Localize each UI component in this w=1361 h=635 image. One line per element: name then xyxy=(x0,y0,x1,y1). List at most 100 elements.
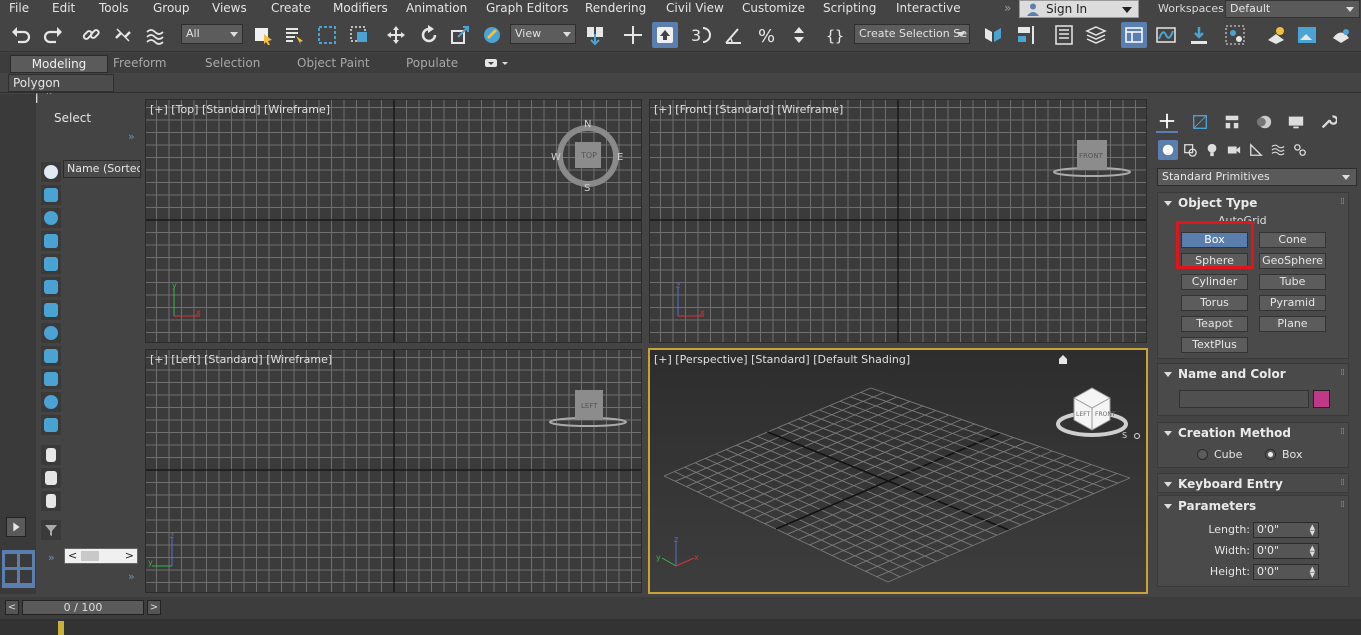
align-icon[interactable] xyxy=(1013,22,1039,48)
ribbon-tab-populate[interactable]: Populate xyxy=(406,55,458,72)
scroll-left-icon[interactable]: < xyxy=(68,549,77,562)
filter-xrefs-icon[interactable] xyxy=(41,323,61,343)
rollout-grip-icon[interactable]: ⁞⁞ xyxy=(1340,478,1345,488)
keyboard-shortcut-override-icon[interactable] xyxy=(652,22,678,48)
object-name-input[interactable] xyxy=(1179,390,1309,408)
menu-modifiers[interactable]: Modifiers xyxy=(333,0,388,18)
menu-rendering[interactable]: Rendering xyxy=(585,0,646,18)
cylinder-button[interactable]: Cylinder xyxy=(1181,274,1248,290)
geometry-category-icon[interactable] xyxy=(1158,140,1178,160)
menu-graph-editors[interactable]: Graph Editors xyxy=(486,0,568,18)
schematic-view-icon[interactable] xyxy=(1186,22,1212,48)
home-icon[interactable] xyxy=(1058,353,1068,365)
explorer-hscrollbar[interactable]: < > xyxy=(64,548,138,564)
hierarchy-tab-icon[interactable] xyxy=(1221,111,1243,133)
rectangular-selection-icon[interactable] xyxy=(314,22,340,48)
menu-group[interactable]: Group xyxy=(153,0,190,18)
plane-button[interactable]: Plane xyxy=(1259,316,1326,332)
signin-dropdown[interactable]: Sign In xyxy=(1019,0,1139,18)
filter-groups-icon[interactable] xyxy=(41,300,61,320)
box-radio[interactable] xyxy=(1265,449,1276,460)
menu-overflow-icon[interactable]: » xyxy=(1004,0,1011,18)
rollout-grip-icon[interactable]: ⁞⁞ xyxy=(1340,368,1345,378)
display-tab-icon[interactable] xyxy=(1285,111,1307,133)
spacewarps-category-icon[interactable] xyxy=(1268,140,1288,160)
selection-filter-select[interactable]: All xyxy=(181,24,243,44)
parameters-header[interactable]: Parameters xyxy=(1164,499,1256,513)
polygon-modeling-button[interactable]: Polygon Modeling xyxy=(8,74,114,106)
rotate-icon[interactable] xyxy=(416,22,442,48)
width-spinner[interactable]: 0'0" ▲ ▼ xyxy=(1253,543,1319,559)
display-none-icon[interactable] xyxy=(41,468,61,488)
pivot-center-icon[interactable] xyxy=(582,22,608,48)
invert-display-icon[interactable] xyxy=(41,491,61,511)
textplus-button[interactable]: TextPlus xyxy=(1181,337,1248,353)
menu-interactive[interactable]: Interactive xyxy=(896,0,961,18)
link-icon[interactable] xyxy=(78,22,104,48)
rollout-grip-icon[interactable]: ⁞⁞ xyxy=(1340,197,1345,207)
spinner-arrows-icon[interactable]: ▲ ▼ xyxy=(1310,545,1315,558)
length-spinner[interactable]: 0'0" ▲ ▼ xyxy=(1253,522,1319,538)
filter-containers-icon[interactable] xyxy=(41,369,61,389)
menu-tools[interactable]: Tools xyxy=(99,0,129,18)
ribbon-tab-freeform[interactable]: Freeform xyxy=(113,55,166,72)
height-spinner[interactable]: 0'0" ▲ ▼ xyxy=(1253,564,1319,580)
keyboard-entry-header[interactable]: Keyboard Entry xyxy=(1164,477,1283,491)
edit-named-selection-icon[interactable]: {} xyxy=(822,22,848,48)
render-production-icon[interactable] xyxy=(1328,22,1354,48)
rendered-frame-window-icon[interactable] xyxy=(1294,22,1320,48)
viewport-top-label[interactable]: [+] [Top] [Standard] [Wireframe] xyxy=(150,103,330,116)
object-type-header[interactable]: Object Type xyxy=(1164,196,1257,210)
window-crossing-icon[interactable] xyxy=(346,22,372,48)
menu-animation[interactable]: Animation xyxy=(406,0,467,18)
teapot-button[interactable]: Teapot xyxy=(1181,316,1248,332)
next-frame-button[interactable]: > xyxy=(147,600,161,615)
menu-file[interactable]: File xyxy=(9,0,29,18)
filter-spacewarps-icon[interactable] xyxy=(41,277,61,297)
spinner-arrows-icon[interactable]: ▲ ▼ xyxy=(1310,524,1315,537)
mirror-icon[interactable] xyxy=(980,22,1006,48)
viewport-top[interactable]: [+] [Top] [Standard] [Wireframe] TOP N S… xyxy=(145,99,642,343)
filter-funnel-icon[interactable] xyxy=(41,520,61,540)
cameras-category-icon[interactable] xyxy=(1224,140,1244,160)
place-icon[interactable] xyxy=(479,22,505,48)
rollout-grip-icon[interactable]: ⁞⁞ xyxy=(1340,500,1345,510)
create-tab-icon[interactable] xyxy=(1156,111,1178,133)
bind-space-warp-icon[interactable] xyxy=(142,22,168,48)
viewport-left-label[interactable]: [+] [Left] [Standard] [Wireframe] xyxy=(150,353,332,366)
menu-scripting[interactable]: Scripting xyxy=(823,0,876,18)
reference-coordinate-select[interactable]: View xyxy=(510,24,576,44)
lights-category-icon[interactable] xyxy=(1202,140,1222,160)
spinner-snap-icon[interactable] xyxy=(786,22,812,48)
filter-helpers-icon[interactable] xyxy=(41,254,61,274)
systems-category-icon[interactable] xyxy=(1290,140,1310,160)
pyramid-button[interactable]: Pyramid xyxy=(1259,295,1326,311)
motion-tab-icon[interactable] xyxy=(1253,111,1275,133)
chevron-right-icon[interactable]: » xyxy=(128,130,135,143)
menu-customize[interactable]: Customize xyxy=(742,0,805,18)
name-color-header[interactable]: Name and Color xyxy=(1164,367,1286,381)
modify-tab-icon[interactable] xyxy=(1189,111,1211,133)
viewport-perspective[interactable]: [+] [Perspective] [Standard] [Default Sh… xyxy=(648,348,1148,594)
filter-bones-icon[interactable] xyxy=(41,346,61,366)
scroll-thumb[interactable] xyxy=(81,551,99,561)
cube-radio[interactable] xyxy=(1197,449,1208,460)
cone-button[interactable]: Cone xyxy=(1259,232,1326,248)
viewcube-top[interactable]: TOP N S W E xyxy=(551,116,631,196)
viewport-front[interactable]: [+] [Front] [Standard] [Wireframe] FRONT… xyxy=(649,99,1147,343)
cube-radio-label[interactable]: Cube xyxy=(1214,448,1242,461)
filter-cameras-icon[interactable] xyxy=(41,231,61,251)
redo-icon[interactable] xyxy=(40,22,66,48)
explorer-list[interactable] xyxy=(63,178,141,548)
viewcube-front[interactable]: FRONT xyxy=(1050,134,1134,184)
current-frame-marker[interactable] xyxy=(58,621,64,635)
name-column-header[interactable]: Name (Sorted A xyxy=(63,160,141,178)
track-bar[interactable] xyxy=(0,619,1361,635)
filter-geometry-icon[interactable] xyxy=(41,162,61,182)
chevron-right-icon[interactable]: » xyxy=(48,551,55,564)
menu-create[interactable]: Create xyxy=(271,0,311,18)
filter-hidden-icon[interactable] xyxy=(41,415,61,435)
select-by-name-icon[interactable] xyxy=(281,22,307,48)
utilities-tab-icon[interactable] xyxy=(1317,111,1339,133)
ribbon-tab-object-paint[interactable]: Object Paint xyxy=(297,55,370,72)
